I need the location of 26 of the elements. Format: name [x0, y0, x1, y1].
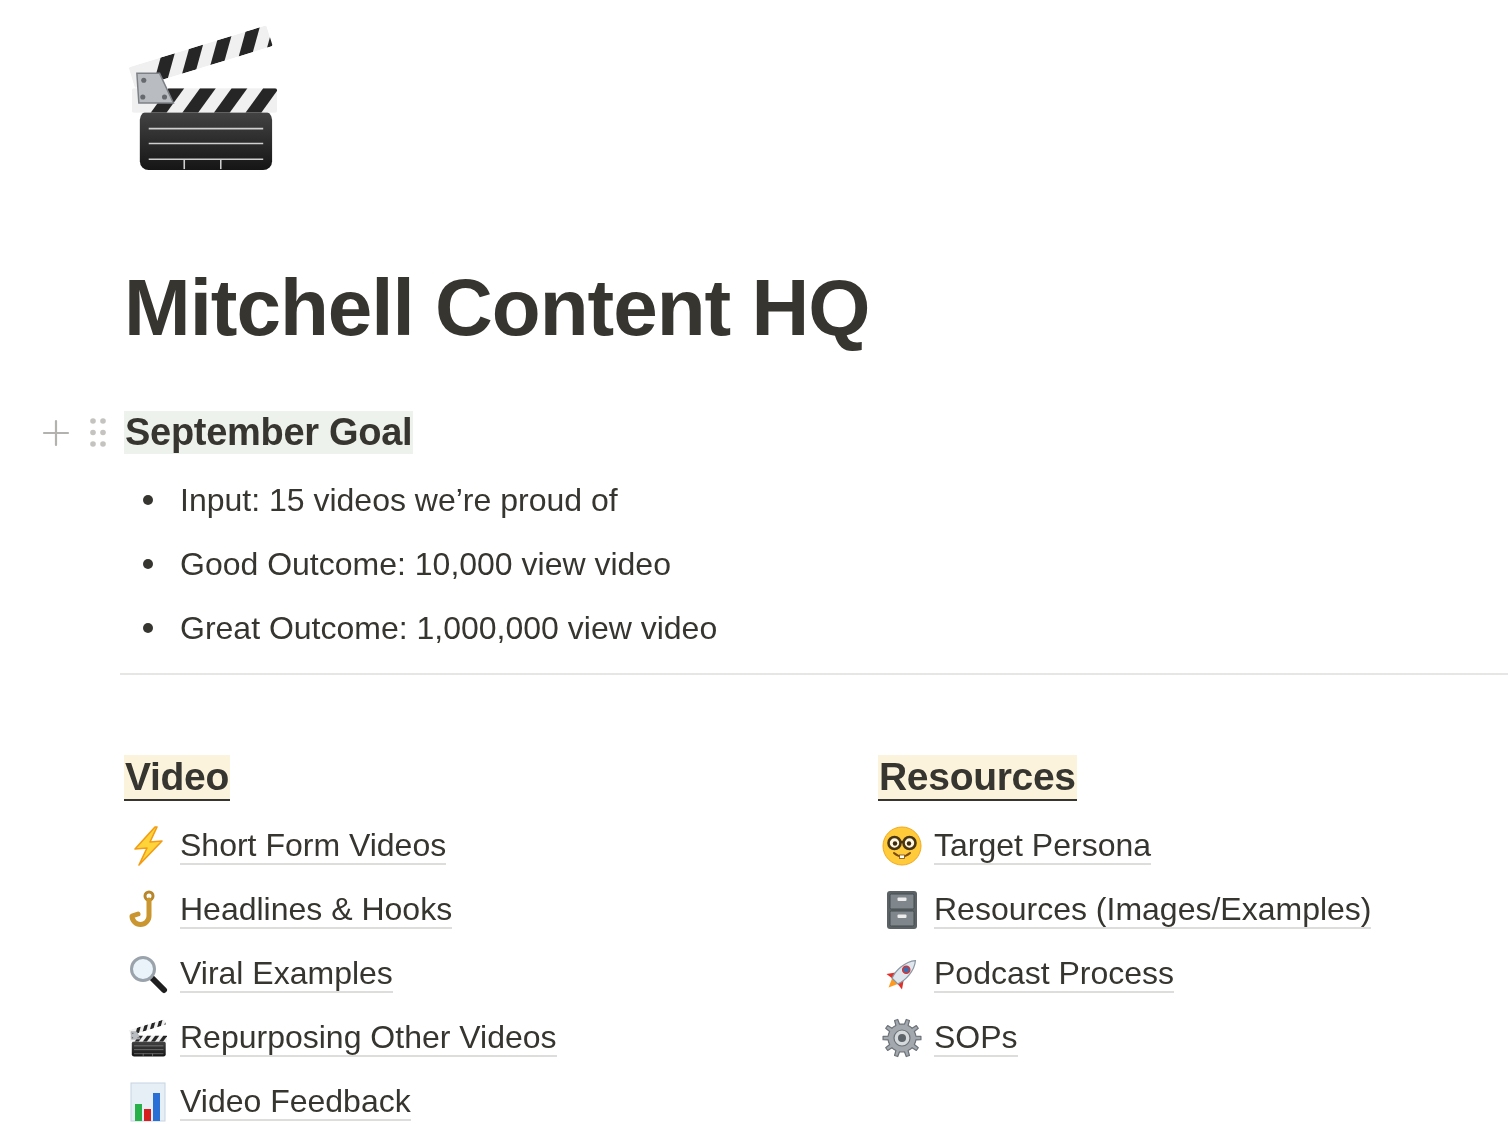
page-link[interactable]: Repurposing Other Videos — [180, 1019, 557, 1057]
bullet-icon — [143, 495, 153, 505]
section-heading: Resources — [878, 755, 1077, 801]
page-link[interactable]: Podcast Process — [934, 955, 1175, 993]
page-link[interactable]: Target Persona — [934, 827, 1151, 865]
page-link[interactable]: Viral Examples — [180, 955, 393, 993]
drag-handle-icon[interactable] — [90, 418, 106, 447]
gear-icon — [882, 1018, 922, 1058]
bullet-text: Great Outcome: 1,000,000 view video — [180, 609, 718, 648]
page-link[interactable]: Headlines & Hooks — [180, 891, 453, 929]
page-title: Mitchell Content HQ — [124, 262, 870, 354]
page-link[interactable]: Video Feedback — [180, 1083, 411, 1121]
section-heading: September Goal — [124, 411, 414, 454]
add-icon[interactable] — [42, 418, 70, 447]
clapperboard-icon — [128, 1018, 168, 1058]
nerd-face-icon — [882, 826, 922, 866]
page-link[interactable]: Short Form Videos — [180, 827, 447, 865]
magnifying-glass-icon — [128, 954, 168, 994]
bullet-icon — [143, 623, 153, 633]
page-link[interactable]: SOPs — [934, 1019, 1018, 1057]
section-heading: Video — [124, 755, 230, 801]
bar-chart-icon — [128, 1082, 168, 1122]
page-link[interactable]: Resources (Images/Examples) — [934, 891, 1372, 929]
bullet-icon — [143, 559, 153, 569]
bullet-text: Input: 15 videos we’re proud of — [180, 481, 618, 520]
bullet-text: Good Outcome: 10,000 view video — [180, 545, 671, 584]
